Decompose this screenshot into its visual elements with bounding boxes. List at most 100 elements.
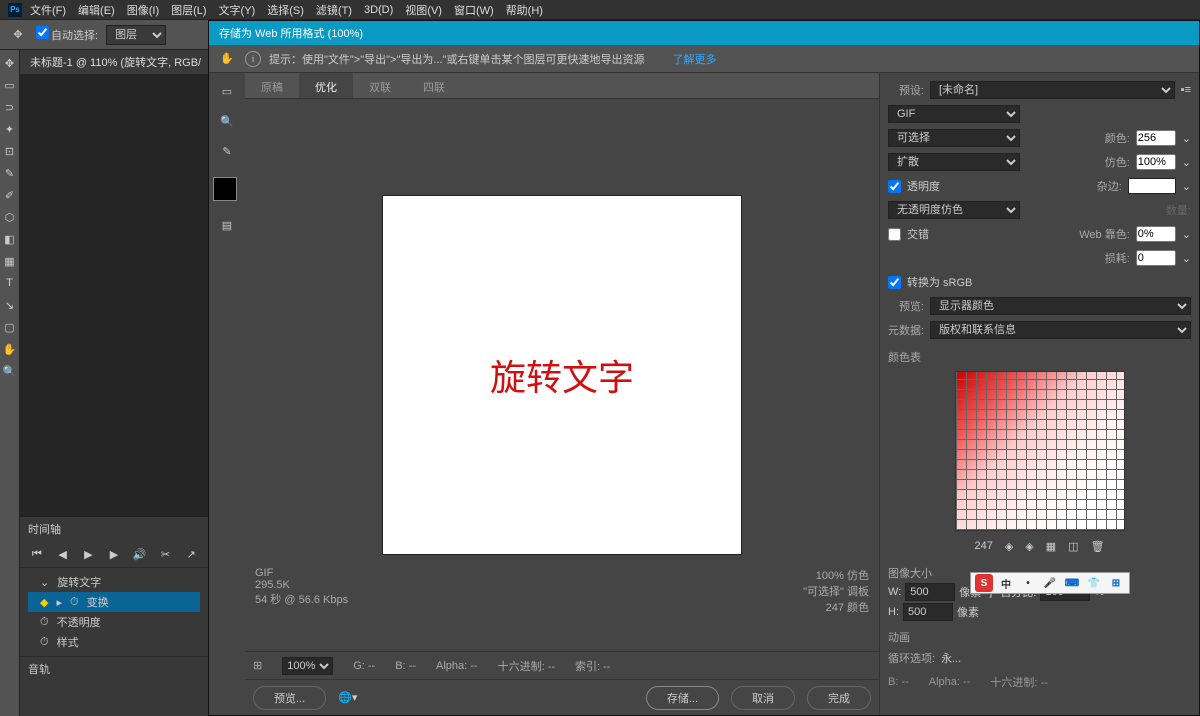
tab-optimized[interactable]: 优化 [299,73,353,98]
ct-trash-icon[interactable]: 🗑 [1091,540,1105,553]
timeline-row-transform[interactable]: ◆▸ ⏱ 变换 [28,592,200,612]
next-frame-icon[interactable]: ▶ [105,545,123,563]
timeline-group[interactable]: ⌄ 旋转文字 [28,572,200,592]
interlace-checkbox[interactable] [888,228,901,241]
height-input[interactable] [903,603,953,621]
metadata-select[interactable]: 版权和联系信息 [930,321,1191,339]
menu-image[interactable]: 图像(I) [123,0,163,20]
save-button[interactable]: 存储... [646,686,719,710]
ime-menu-icon[interactable]: ⊞ [1107,574,1125,592]
transparency-checkbox[interactable] [888,180,901,193]
menu-select[interactable]: 选择(S) [263,0,308,20]
chevron-down-icon[interactable]: ⌄ [1182,228,1191,241]
ime-logo-icon[interactable]: S [975,574,993,592]
timeline-row-opacity[interactable]: ⏱ 不透明度 [28,612,200,632]
ime-skin-icon[interactable]: 👕 [1085,574,1103,592]
goto-start-icon[interactable]: ⏮ [28,545,46,563]
ime-lang-icon[interactable]: 中 [997,574,1015,592]
eyedropper-tool[interactable]: ✎ [0,164,19,182]
wand-tool[interactable]: ✦ [0,120,19,138]
chevron-down-icon[interactable]: ⌄ [1182,156,1191,169]
brush-tool[interactable]: ✐ [0,186,19,204]
stopwatch-icon[interactable]: ⏱ [40,636,49,649]
split-icon[interactable]: ✂ [157,545,175,563]
format-select[interactable]: GIF [888,105,1020,123]
zoom-icon[interactable]: 🔍 [213,109,241,133]
gradient-tool[interactable]: ▦ [0,252,19,270]
menu-view[interactable]: 视图(V) [401,0,446,20]
tab-2up[interactable]: 双联 [353,73,407,98]
layer-select[interactable]: 图层 [106,25,166,45]
path-tool[interactable]: ↘ [0,296,19,314]
chevron-down-icon[interactable]: ⌄ [1182,180,1191,193]
preview-profile-select[interactable]: 显示器颜色 [930,297,1191,315]
slice-visibility-icon[interactable]: ▤ [213,213,241,237]
hand-tool[interactable]: ✋ [0,340,19,358]
done-button[interactable]: 完成 [807,686,871,710]
color-table[interactable] [955,371,1125,531]
browser-icon[interactable]: 🌐▾ [338,691,357,704]
learn-more-link[interactable]: 了解更多 [672,51,716,67]
timeline-row-style[interactable]: ⏱ 样式 [28,632,200,652]
timeline-tab[interactable]: 时间轴 [20,517,208,541]
chevron-down-icon[interactable]: ⌄ [1182,252,1191,265]
ime-toolbar[interactable]: S 中 • 🎤 ⌨ 👕 ⊞ [970,572,1130,594]
auto-select-checkbox[interactable] [36,26,49,39]
lasso-tool[interactable]: ⊃ [0,98,19,116]
audio-icon[interactable]: 🔊 [131,545,149,563]
preview-button[interactable]: 预览... [253,686,326,710]
ime-keyboard-icon[interactable]: ⌨ [1063,574,1081,592]
matte-color[interactable] [1128,178,1176,194]
crop-tool[interactable]: ⊡ [0,142,19,160]
stopwatch-icon[interactable]: ⏱ [70,596,79,609]
menu-file[interactable]: 文件(F) [26,0,70,20]
shape-tool[interactable]: ▢ [0,318,19,336]
tab-original[interactable]: 原稿 [245,73,299,98]
srgb-checkbox[interactable] [888,276,901,289]
ct-icon[interactable]: ▦ [1046,540,1056,553]
play-icon[interactable]: ▶ [79,545,97,563]
hand-tool-icon[interactable]: ✋ [217,49,237,69]
move-tool[interactable]: ✥ [0,54,19,72]
audio-track[interactable]: 音轨 [20,656,208,681]
menu-filter[interactable]: 滤镜(T) [312,0,356,20]
transition-icon[interactable]: ↗ [182,545,200,563]
preset-menu-icon[interactable]: ▪≡ [1181,84,1191,96]
marquee-tool[interactable]: ▭ [0,76,19,94]
ime-voice-icon[interactable]: 🎤 [1041,574,1059,592]
slice-select-icon[interactable]: ▭ [213,79,241,103]
menu-text[interactable]: 文字(Y) [215,0,260,20]
text-tool[interactable]: T [0,274,19,292]
ime-punct-icon[interactable]: • [1019,574,1037,592]
lossy-input[interactable] [1136,250,1176,266]
trans-dither-select[interactable]: 无透明度仿色 [888,201,1020,219]
stamp-tool[interactable]: ⬡ [0,208,19,226]
menu-help[interactable]: 帮助(H) [502,0,547,20]
prev-frame-icon[interactable]: ◀ [54,545,72,563]
dither-method-select[interactable]: 扩散 [888,153,1020,171]
websnap-input[interactable] [1136,226,1176,242]
zoom-tool[interactable]: 🔍 [0,362,19,380]
stopwatch-icon[interactable]: ⏱ [40,616,49,629]
preview-readout-bar: ⊞ 100% G: -- B: -- Alpha: -- 十六进制: -- 索引… [245,651,879,679]
width-input[interactable] [905,583,955,601]
colors-input[interactable] [1136,130,1176,146]
ct-icon[interactable]: ◈ [1025,540,1033,553]
dither-amount-input[interactable] [1136,154,1176,170]
preset-select[interactable]: [未命名] [930,81,1175,99]
eyedropper-icon[interactable]: ✎ [213,139,241,163]
color-swatch[interactable] [213,177,237,201]
eraser-tool[interactable]: ◧ [0,230,19,248]
menu-edit[interactable]: 编辑(E) [74,0,119,20]
menu-layer[interactable]: 图层(L) [167,0,210,20]
tab-4up[interactable]: 四联 [407,73,461,98]
reduction-select[interactable]: 可选择 [888,129,1020,147]
ct-icon[interactable]: ◈ [1005,540,1013,553]
ct-new-icon[interactable]: ◫ [1068,540,1078,553]
menu-window[interactable]: 窗口(W) [450,0,498,20]
menu-3d[interactable]: 3D(D) [360,2,397,18]
chevron-down-icon[interactable]: ⌄ [1182,132,1191,145]
preview-canvas[interactable]: 旋转文字 GIF 295.5K 54 秒 @ 56.6 Kbps 100% 仿色… [245,99,879,651]
preview-zoom[interactable]: 100% [282,657,333,675]
cancel-button[interactable]: 取消 [731,686,795,710]
